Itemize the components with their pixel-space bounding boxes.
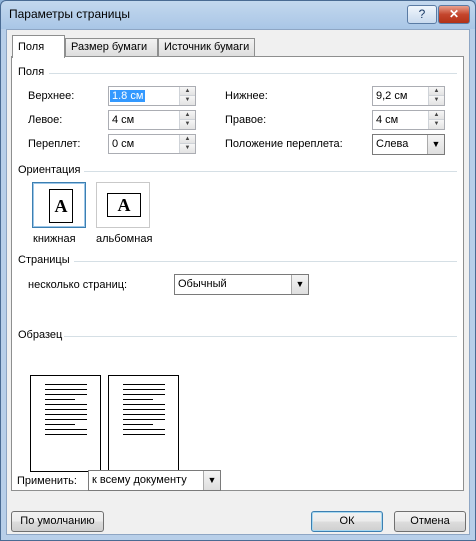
pages-section-title: Страницы — [18, 254, 70, 266]
right-margin-label: Правое: — [225, 114, 267, 126]
right-margin-spinner[interactable]: 4 см ▲ ▼ — [372, 110, 445, 130]
bottom-margin-spinner[interactable]: 9,2 см ▲ ▼ — [372, 86, 445, 106]
portrait-page-icon: A — [49, 189, 73, 223]
landscape-label[interactable]: альбомная — [96, 233, 152, 245]
spin-down-icon[interactable]: ▼ — [180, 144, 195, 153]
spin-down-icon[interactable]: ▼ — [429, 96, 444, 105]
page-setup-dialog: Параметры страницы ? ✕ Поля Размер бумаг… — [0, 0, 476, 541]
orientation-section-title: Ориентация — [18, 164, 81, 176]
multiple-pages-label: несколько страниц: — [28, 279, 128, 291]
chevron-down-icon[interactable]: ▼ — [203, 471, 220, 490]
divider — [74, 261, 457, 262]
dialog-body: Поля Размер бумаги Источник бумаги Поля … — [6, 29, 470, 535]
gutter-position-select[interactable]: Слева ▼ — [372, 134, 445, 155]
portrait-label[interactable]: книжная — [33, 233, 76, 245]
landscape-page-icon: A — [107, 193, 141, 217]
sample-section-title: Образец — [18, 329, 63, 341]
divider — [64, 336, 457, 337]
close-button[interactable]: ✕ — [438, 5, 470, 24]
spin-up-icon[interactable]: ▲ — [180, 87, 195, 96]
multiple-pages-select[interactable]: Обычный ▼ — [174, 274, 309, 295]
top-margin-value[interactable]: 1.8 см — [110, 90, 146, 102]
apply-label: Применить: — [17, 475, 77, 487]
gutter-spinner[interactable]: 0 см ▲ ▼ — [108, 134, 196, 154]
gutter-position-value: Слева — [376, 138, 409, 150]
top-margin-spinner[interactable]: 1.8 см ▲ ▼ — [108, 86, 196, 106]
cancel-button[interactable]: Отмена — [394, 511, 466, 532]
window-title: Параметры страницы — [9, 7, 130, 21]
default-button[interactable]: По умолчанию — [11, 511, 104, 532]
spin-up-icon[interactable]: ▲ — [180, 111, 195, 120]
landscape-button[interactable]: A — [96, 182, 150, 228]
tab-margins[interactable]: Поля — [12, 35, 65, 58]
portrait-button[interactable]: A — [32, 182, 86, 228]
tab-paper-size[interactable]: Размер бумаги — [65, 38, 158, 57]
help-button[interactable]: ? — [407, 5, 437, 24]
chevron-down-icon[interactable]: ▼ — [291, 275, 308, 294]
divider — [49, 73, 457, 74]
bottom-margin-label: Нижнее: — [225, 90, 268, 102]
bottom-margin-value[interactable]: 9,2 см — [376, 90, 407, 102]
left-margin-spinner[interactable]: 4 см ▲ ▼ — [108, 110, 196, 130]
top-margin-label: Верхнее: — [28, 90, 75, 102]
title-bar: Параметры страницы ? ✕ — [1, 1, 475, 29]
margins-section-title: Поля — [18, 66, 45, 78]
left-margin-value[interactable]: 4 см — [112, 114, 134, 126]
chevron-down-icon[interactable]: ▼ — [427, 135, 444, 154]
sample-page-right — [108, 375, 179, 472]
spin-down-icon[interactable]: ▼ — [180, 96, 195, 105]
tab-paper-source[interactable]: Источник бумаги — [158, 38, 255, 57]
spin-up-icon[interactable]: ▲ — [180, 135, 195, 144]
spin-up-icon[interactable]: ▲ — [429, 87, 444, 96]
gutter-value[interactable]: 0 см — [112, 138, 134, 150]
right-margin-value[interactable]: 4 см — [376, 114, 398, 126]
gutter-label: Переплет: — [28, 138, 81, 150]
divider — [84, 171, 457, 172]
spin-down-icon[interactable]: ▼ — [429, 120, 444, 129]
spin-down-icon[interactable]: ▼ — [180, 120, 195, 129]
multiple-pages-value: Обычный — [178, 278, 227, 290]
apply-to-select[interactable]: к всему документу ▼ — [88, 470, 221, 491]
left-margin-label: Левое: — [28, 114, 63, 126]
sample-page-left — [30, 375, 101, 472]
apply-to-value: к всему документу — [92, 474, 187, 486]
margins-panel: Поля Верхнее: 1.8 см ▲ ▼ Левое: 4 см ▲ ▼ П… — [11, 56, 464, 491]
spin-up-icon[interactable]: ▲ — [429, 111, 444, 120]
gutter-position-label: Положение переплета: — [225, 138, 343, 150]
ok-button[interactable]: ОК — [311, 511, 383, 532]
